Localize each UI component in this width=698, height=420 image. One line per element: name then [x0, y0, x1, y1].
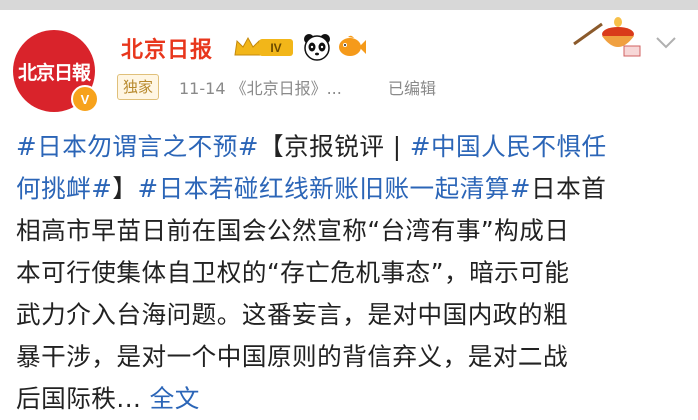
topic-tag[interactable]: 何挑衅# — [16, 174, 112, 203]
post-meta[interactable]: 11-14 《北京日报》... — [179, 75, 342, 99]
topic-tag[interactable]: #中国人民不惧任 — [410, 132, 607, 161]
fish-emoji-icon — [339, 35, 366, 56]
post-text: 本可行使集体自卫权的“存亡危机事态”，暗示可能 — [16, 258, 570, 287]
account-name[interactable]: 北京日报 — [121, 32, 213, 64]
post-body: #日本勿谓言之不预#【京报锐评 | #中国人民不惧任 何挑衅#】#日本若碰红线新… — [16, 126, 686, 420]
exclusive-tag: 独家 — [117, 74, 160, 100]
level-badge-text: IV — [270, 41, 281, 55]
post-text: 【京报锐评 | — [258, 132, 410, 161]
verified-badge-icon: V — [71, 85, 99, 113]
post-text: 】 — [112, 174, 138, 203]
post-text: 相高市早苗日前在国会公然宣称“台湾有事”构成日 — [16, 216, 570, 245]
chevron-down-icon[interactable] — [655, 35, 677, 51]
top-edge-strip — [0, 0, 698, 10]
panda-emoji-icon — [304, 34, 330, 61]
topic-tag[interactable]: #日本若碰红线新账旧账一起清算# — [138, 174, 532, 203]
hotpot-sticker-icon — [573, 17, 641, 57]
expand-full-text-link[interactable]: 全文 — [150, 384, 200, 413]
post-text: 日本首 — [531, 174, 607, 203]
post-text: 后国际秩... — [16, 384, 150, 413]
post-text: 武力介入台海问题。这番妄言，是对中国内政的粗 — [16, 300, 569, 329]
crown-level-badge-icon: IV — [234, 36, 293, 56]
topic-tag[interactable]: #日本勿谓言之不预# — [16, 132, 259, 161]
edited-label[interactable]: 已编辑 — [388, 75, 436, 99]
post-text: 暴干涉，是对一个中国原则的背信弃义，是对二战 — [16, 342, 569, 371]
avatar-logo-text: 北京日報 — [17, 61, 91, 84]
